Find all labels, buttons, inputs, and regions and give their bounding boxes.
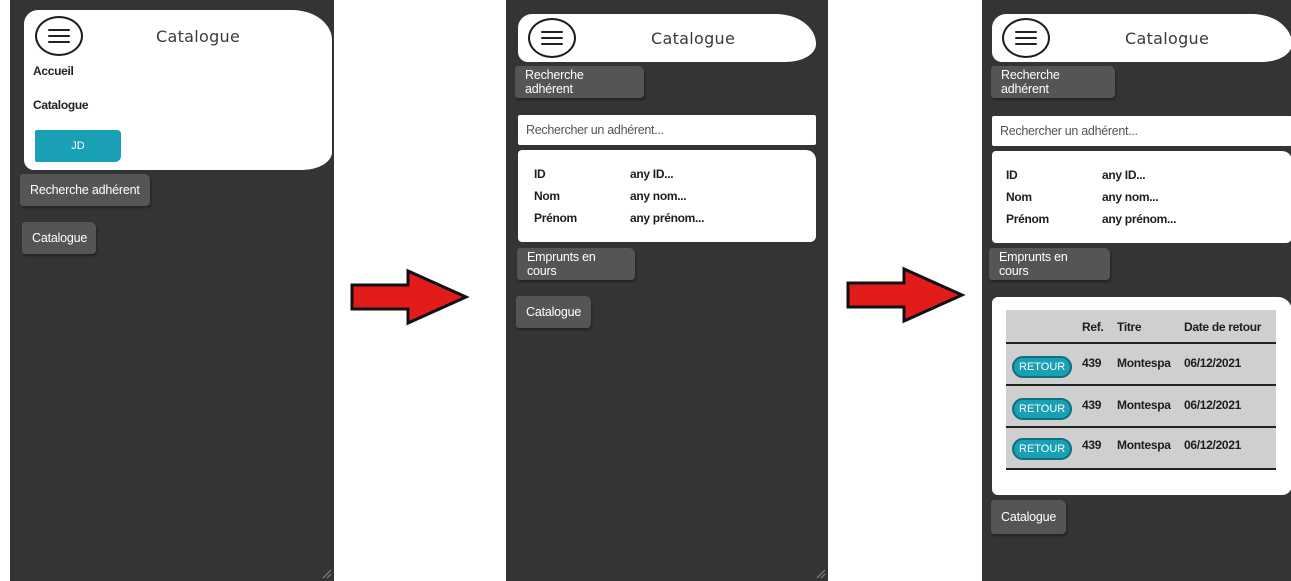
field-label: Prénom — [1006, 212, 1049, 226]
menu-toggle-button[interactable] — [528, 18, 576, 58]
field-value: any prénom... — [1102, 212, 1177, 226]
field-label: Nom — [534, 189, 560, 203]
field-id: ID any ID... — [534, 167, 804, 183]
member-search-input[interactable]: Rechercher un adhérent... — [992, 116, 1291, 146]
field-value: any ID... — [1102, 168, 1146, 182]
table-row: RETOUR 439 Montespa 06/12/2021 — [1006, 346, 1276, 386]
screen-3-phone: Catalogue Recherche adhérent Rechercher … — [982, 0, 1291, 581]
page-title: Catalogue — [1125, 29, 1210, 48]
screen-2-phone: Catalogue Recherche adhérent Rechercher … — [506, 0, 828, 581]
screen-3-header: Catalogue — [992, 14, 1291, 62]
header-ref: Ref. — [1082, 320, 1104, 334]
menu-toggle-button[interactable] — [1002, 18, 1050, 58]
field-value: any prénom... — [630, 211, 705, 225]
catalogue-button[interactable]: Catalogue — [991, 500, 1066, 534]
member-search-input[interactable]: Rechercher un adhérent... — [518, 115, 816, 145]
hamburger-menu-icon — [541, 31, 563, 45]
cell-ref: 439 — [1082, 398, 1102, 412]
table-row: RETOUR 439 Montespa 06/12/2021 — [1006, 388, 1276, 428]
screen-1-menu-panel: Catalogue Accueil Catalogue JD — [24, 10, 332, 170]
catalogue-button[interactable]: Catalogue — [22, 222, 96, 254]
right-arrow-icon — [350, 268, 470, 326]
cell-titre: Montespa — [1117, 356, 1171, 370]
header-titre: Titre — [1117, 320, 1142, 334]
current-loans-button[interactable]: Emprunts en cours — [989, 248, 1110, 280]
return-button[interactable]: RETOUR — [1012, 438, 1073, 460]
loans-card: Ref. Titre Date de retour RETOUR 439 Mon… — [992, 297, 1291, 495]
field-label: ID — [1006, 168, 1018, 182]
cell-titre: Montespa — [1117, 438, 1171, 452]
cell-date: 06/12/2021 — [1184, 438, 1242, 452]
page-title: Catalogue — [651, 29, 736, 48]
user-button[interactable]: JD — [35, 130, 121, 162]
search-member-button[interactable]: Recherche adhérent — [515, 66, 644, 98]
field-label: Nom — [1006, 190, 1032, 204]
table-row: RETOUR 439 Montespa 06/12/2021 — [1006, 430, 1276, 470]
field-nom: Nom any nom... — [1006, 190, 1276, 206]
return-button[interactable]: RETOUR — [1012, 398, 1073, 420]
cell-date: 06/12/2021 — [1184, 356, 1242, 370]
right-arrow-icon — [846, 266, 966, 324]
field-id: ID any ID... — [1006, 168, 1276, 184]
screen-1-phone: Catalogue Accueil Catalogue JD Recherche… — [10, 0, 334, 581]
search-member-button[interactable]: Recherche adhérent — [20, 174, 150, 206]
field-value: any nom... — [630, 189, 687, 203]
hamburger-menu-icon — [48, 29, 70, 43]
menu-item-accueil[interactable]: Accueil — [33, 64, 74, 78]
field-label: Prénom — [534, 211, 577, 225]
return-button[interactable]: RETOUR — [1012, 356, 1073, 378]
page-title: Catalogue — [156, 27, 241, 46]
cell-ref: 439 — [1082, 438, 1102, 452]
cell-titre: Montespa — [1117, 398, 1171, 412]
cell-ref: 439 — [1082, 356, 1102, 370]
cell-date: 06/12/2021 — [1184, 398, 1242, 412]
current-loans-button[interactable]: Emprunts en cours — [517, 248, 635, 280]
loans-table: Ref. Titre Date de retour RETOUR 439 Mon… — [1006, 310, 1276, 470]
header-date-retour: Date de retour — [1184, 320, 1262, 334]
resize-grip-icon[interactable] — [322, 569, 332, 579]
table-header: Ref. Titre Date de retour — [1006, 310, 1276, 344]
menu-item-catalogue[interactable]: Catalogue — [33, 98, 89, 112]
member-info-card: ID any ID... Nom any nom... Prénom any p… — [992, 151, 1291, 243]
resize-grip-icon[interactable] — [816, 569, 826, 579]
menu-toggle-button[interactable] — [35, 16, 83, 56]
field-nom: Nom any nom... — [534, 189, 804, 205]
field-prenom: Prénom any prénom... — [1006, 212, 1276, 228]
search-member-button[interactable]: Recherche adhérent — [991, 66, 1115, 98]
field-label: ID — [534, 167, 546, 181]
hamburger-menu-icon — [1015, 31, 1037, 45]
field-value: any ID... — [630, 167, 674, 181]
catalogue-button[interactable]: Catalogue — [516, 296, 591, 328]
member-info-card: ID any ID... Nom any nom... Prénom any p… — [518, 150, 816, 242]
screen-2-header: Catalogue — [518, 14, 816, 62]
field-prenom: Prénom any prénom... — [534, 211, 804, 227]
field-value: any nom... — [1102, 190, 1159, 204]
